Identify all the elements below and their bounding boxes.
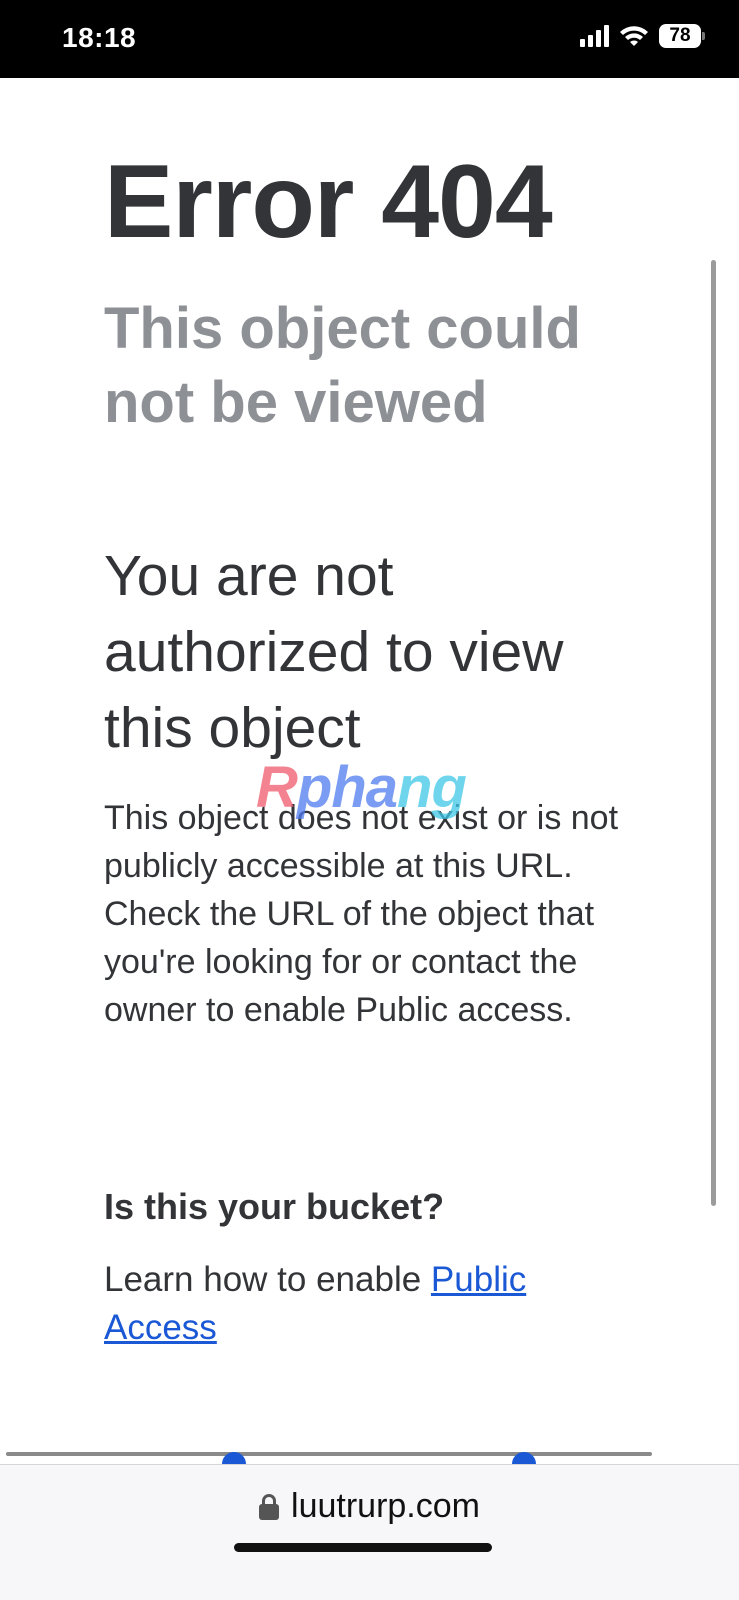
bucket-heading: Is this your bucket? bbox=[104, 1186, 445, 1227]
selection-line bbox=[6, 1452, 652, 1456]
auth-heading: You are not authorized to view this obje… bbox=[104, 544, 564, 760]
url-text[interactable]: luutrurp.com bbox=[291, 1487, 480, 1526]
home-indicator[interactable] bbox=[234, 1543, 492, 1552]
status-bar: 18:18 78 bbox=[0, 0, 739, 78]
watermark-logo: Rphang bbox=[256, 755, 467, 820]
url-row[interactable]: luutrurp.com bbox=[0, 1487, 739, 1526]
wifi-icon bbox=[620, 26, 648, 46]
battery-icon: 78 bbox=[659, 24, 705, 48]
status-icons: 78 bbox=[580, 24, 705, 48]
status-time: 18:18 bbox=[62, 22, 137, 53]
lock-icon bbox=[259, 1493, 280, 1520]
battery-level: 78 bbox=[659, 24, 701, 48]
browser-address-bar[interactable]: luutrurp.com bbox=[0, 1464, 739, 1600]
error-title: Error 404 bbox=[104, 144, 553, 260]
error-description: This object does not exist or is not pub… bbox=[104, 799, 619, 1029]
learn-text: Learn how to enable bbox=[104, 1260, 431, 1299]
signal-icon bbox=[580, 25, 609, 47]
scroll-indicator[interactable] bbox=[711, 260, 716, 1206]
error-subtitle: This object could not be viewed bbox=[104, 296, 581, 435]
learn-paragraph: Learn how to enable Public Access bbox=[104, 1256, 644, 1352]
